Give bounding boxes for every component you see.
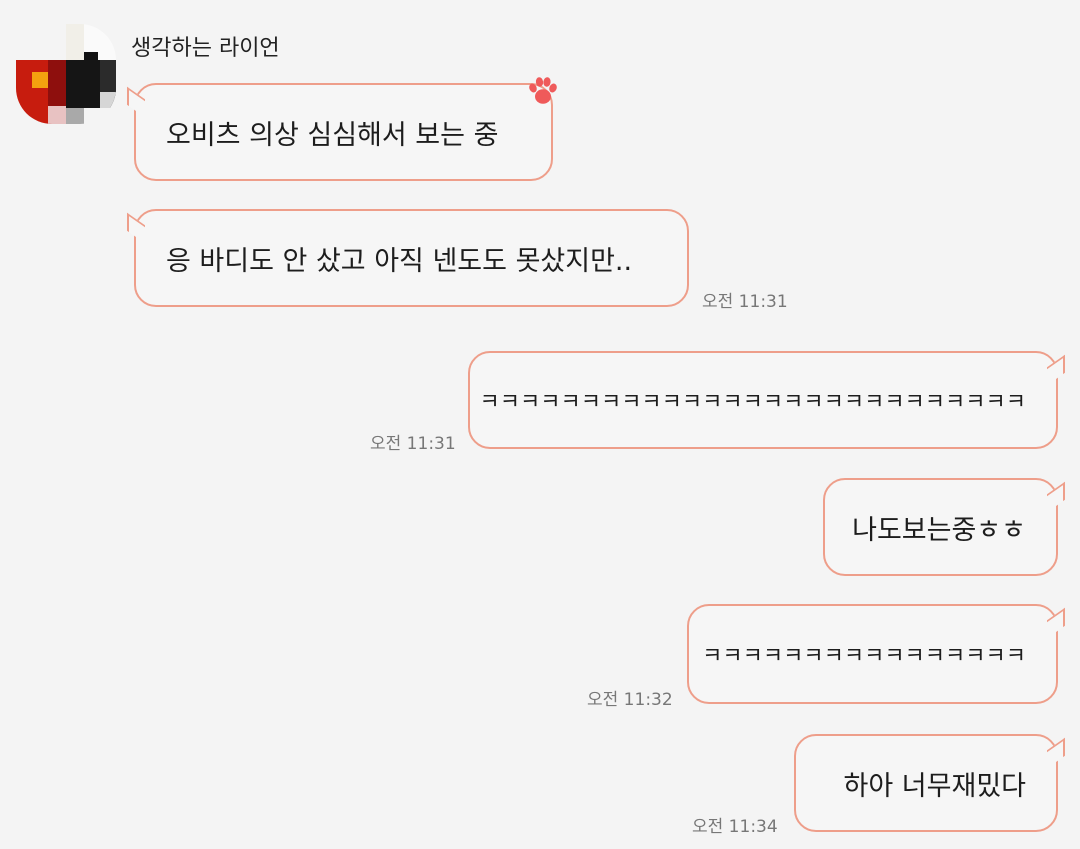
message-bubble-outgoing[interactable]: 나도보는중ㅎㅎ — [823, 478, 1058, 576]
avatar-pixel — [66, 108, 84, 124]
message-bubble-outgoing[interactable]: ㅋㅋㅋㅋㅋㅋㅋㅋㅋㅋㅋㅋㅋㅋㅋㅋ — [687, 604, 1058, 704]
paw-pad — [535, 89, 551, 104]
message-text: 오비츠 의상 심심해서 보는 중 — [166, 119, 499, 151]
avatar-pixel — [100, 60, 116, 92]
paw-icon — [529, 77, 557, 104]
message-text: 나도보는중ㅎㅎ — [852, 514, 1026, 546]
message-timestamp: 오전 11:31 — [370, 434, 456, 454]
avatar-pixel — [48, 106, 66, 124]
message-timestamp: 오전 11:31 — [702, 292, 788, 312]
avatar-pixel — [32, 72, 48, 88]
message-timestamp: 오전 11:32 — [587, 690, 673, 710]
message-bubble-incoming[interactable]: 오비츠 의상 심심해서 보는 중 — [134, 83, 553, 181]
message-timestamp: 오전 11:34 — [692, 817, 778, 837]
message-text: 응 바디도 안 샀고 아직 넨도도 못샀지만.. — [166, 245, 633, 277]
avatar-pixel — [100, 92, 116, 108]
message-bubble-outgoing[interactable]: ㅋㅋㅋㅋㅋㅋㅋㅋㅋㅋㅋㅋㅋㅋㅋㅋㅋㅋㅋㅋㅋㅋㅋㅋㅋㅋㅋ — [468, 351, 1058, 449]
sender-name: 생각하는 라이언 — [131, 36, 280, 61]
message-bubble-incoming[interactable]: 응 바디도 안 샀고 아직 넨도도 못샀지만.. — [134, 209, 689, 307]
avatar-pixel — [66, 24, 84, 60]
avatar-pixel — [48, 60, 66, 106]
avatar-pixel — [16, 24, 66, 60]
message-text: 하아 너무재밌다 — [843, 770, 1026, 802]
paw-toe — [543, 77, 551, 87]
message-text: ㅋㅋㅋㅋㅋㅋㅋㅋㅋㅋㅋㅋㅋㅋㅋㅋ — [702, 644, 1026, 669]
sender-avatar[interactable] — [16, 24, 116, 124]
message-text: ㅋㅋㅋㅋㅋㅋㅋㅋㅋㅋㅋㅋㅋㅋㅋㅋㅋㅋㅋㅋㅋㅋㅋㅋㅋㅋㅋ — [479, 390, 1026, 415]
paw-toe — [535, 77, 544, 87]
message-bubble-outgoing[interactable]: 하아 너무재밌다 — [794, 734, 1058, 832]
